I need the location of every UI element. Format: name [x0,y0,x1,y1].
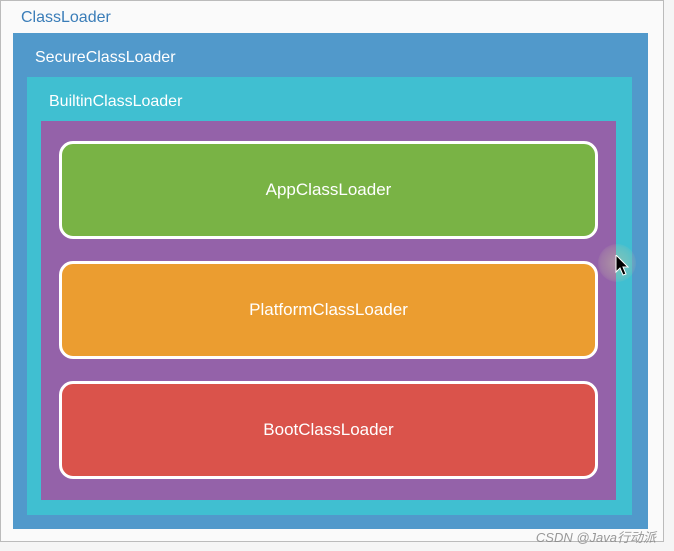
secure-classloader-box: BuiltinClassLoader AppClassLoader Platfo… [27,77,632,515]
platform-classloader-label: PlatformClassLoader [249,300,408,320]
diagram-frame: ClassLoader SecureClassLoader BuiltinCla… [0,0,664,542]
classloader-box: SecureClassLoader BuiltinClassLoader App… [13,33,648,529]
watermark-text: CSDN @Java行动派 [536,527,656,546]
boot-classloader-box: BootClassLoader [59,381,598,479]
platform-classloader-box: PlatformClassLoader [59,261,598,359]
app-classloader-label: AppClassLoader [266,180,392,200]
boot-classloader-label: BootClassLoader [263,420,393,440]
builtin-classloader-box: AppClassLoader PlatformClassLoader BootC… [41,121,616,500]
builtin-classloader-title: BuiltinClassLoader [49,93,618,111]
app-classloader-box: AppClassLoader [59,141,598,239]
secure-classloader-title: SecureClassLoader [35,49,634,67]
classloader-title: ClassLoader [21,9,655,27]
